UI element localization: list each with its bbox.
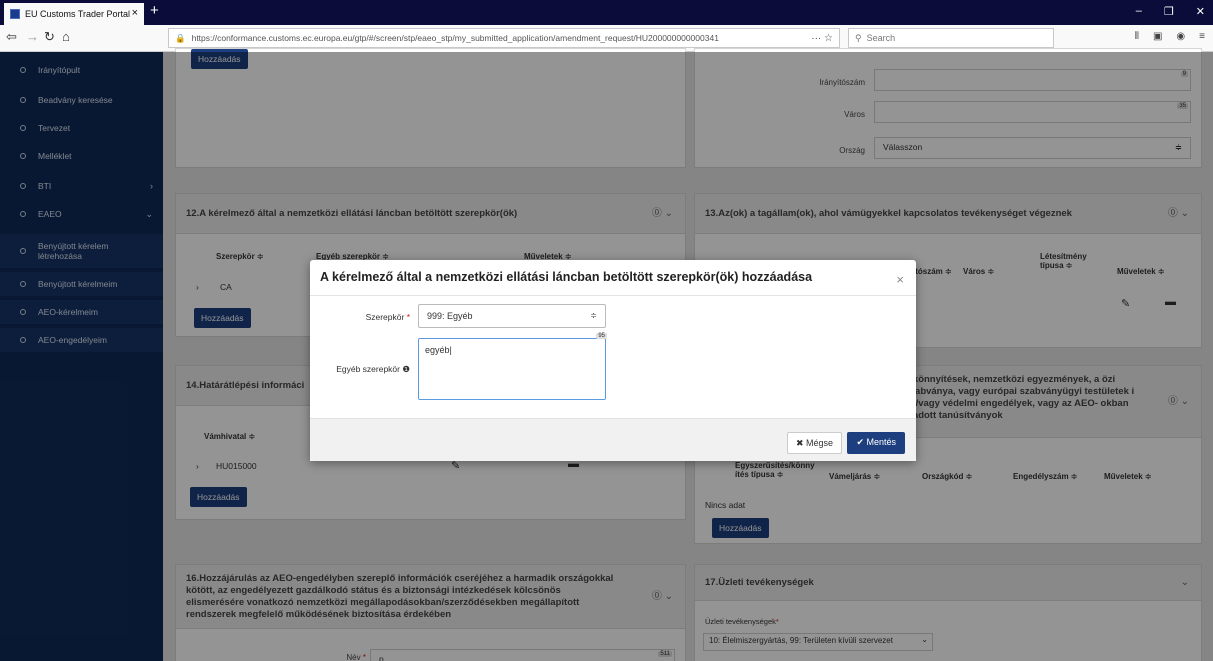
menu-icon[interactable]: ≡ <box>1199 31 1205 42</box>
reload-icon[interactable]: ↻ <box>44 29 55 45</box>
other-role-label: Egyéb szerepkör ❶ <box>320 364 410 375</box>
role-select-value: 999: Egyéb <box>427 311 473 321</box>
role-label: Szerepkör * <box>330 312 410 322</box>
divider <box>310 295 916 296</box>
search-placeholder: Search <box>866 33 896 43</box>
maximize-icon[interactable]: ❐ <box>1164 5 1174 18</box>
toolbar-icons: ⫴ ▣ ◉ ≡ <box>1135 31 1205 42</box>
forward-icon[interactable]: → <box>26 29 39 44</box>
home-icon[interactable]: ⌂ <box>62 29 70 44</box>
modal-title: A kérelmező által a nemzetközi ellátási … <box>320 270 813 284</box>
address-bar[interactable]: 🔒 https://conformance.customs.ec.europa.… <box>168 28 840 48</box>
page-actions-icon[interactable]: ··· ☆ <box>811 33 833 44</box>
site-favicon-icon <box>10 9 20 19</box>
lock-icon: 🔒 <box>175 32 186 43</box>
char-counter: 95 <box>596 333 607 339</box>
other-role-value: egyéb| <box>425 345 452 355</box>
search-icon: ⚲ <box>855 32 862 43</box>
role-select[interactable]: 999: Egyéb ≑ <box>418 304 606 328</box>
cancel-button[interactable]: ✖ Mégse <box>786 432 842 454</box>
other-role-label-text: Egyéb szerepkör <box>336 364 400 374</box>
close-icon: ✖ <box>795 438 806 448</box>
info-icon[interactable]: ❶ <box>402 364 410 374</box>
check-icon: ✔ <box>856 437 867 447</box>
save-button[interactable]: ✔ Mentés <box>847 432 905 454</box>
required-icon: * <box>406 312 410 322</box>
save-label: Mentés <box>866 437 896 447</box>
tab-title: EU Customs Trader Portal <box>25 9 131 19</box>
cancel-label: Mégse <box>805 438 833 448</box>
role-label-text: Szerepkör <box>365 312 405 322</box>
other-role-textarea[interactable]: egyéb| 95 <box>418 333 607 400</box>
account-icon[interactable]: ◉ <box>1176 31 1185 42</box>
close-icon[interactable]: × <box>896 272 904 287</box>
minimize-icon[interactable]: – <box>1136 5 1142 18</box>
select-caret-icon: ≑ <box>590 311 597 320</box>
modal-footer: ✖ Mégse ✔ Mentés <box>310 418 916 461</box>
browser-tab[interactable]: EU Customs Trader Portal × <box>4 3 144 25</box>
tab-close-icon[interactable]: × <box>132 7 138 19</box>
library-icon[interactable]: ⫴ <box>1135 31 1139 42</box>
browser-tab-bar: EU Customs Trader Portal × + – ❐ ✕ <box>0 0 1213 25</box>
new-tab-icon[interactable]: + <box>150 2 159 19</box>
search-input[interactable]: ⚲ Search <box>848 28 1054 48</box>
window-close-icon[interactable]: ✕ <box>1196 5 1205 18</box>
window-controls: – ❐ ✕ <box>1136 5 1205 18</box>
sidebar-icon[interactable]: ▣ <box>1153 31 1162 42</box>
back-icon[interactable]: ⇦ <box>6 29 17 45</box>
url-text: https://conformance.customs.ec.europa.eu… <box>191 33 719 43</box>
add-role-modal: A kérelmező által a nemzetközi ellátási … <box>310 260 916 461</box>
